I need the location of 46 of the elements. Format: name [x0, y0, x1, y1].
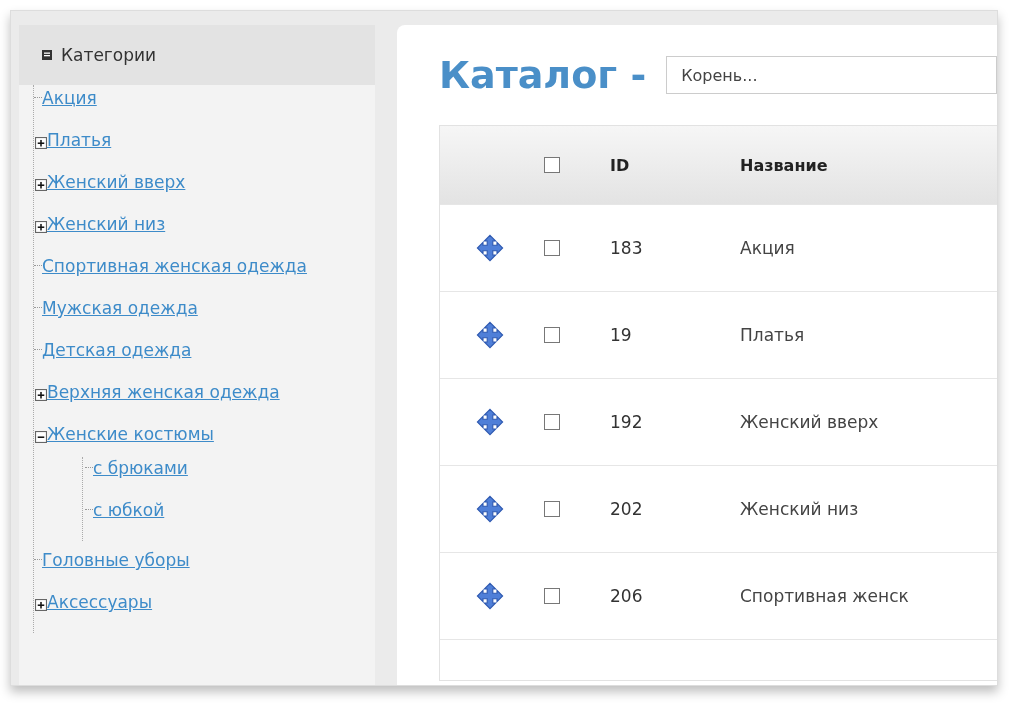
expand-icon[interactable] [35, 389, 47, 401]
collapse-icon[interactable] [35, 431, 47, 443]
category-link[interactable]: Женский вверх [47, 169, 337, 195]
category-link[interactable]: Мужская одежда [42, 295, 332, 321]
checkbox[interactable] [544, 414, 560, 430]
table-cell-text: 202 [610, 499, 644, 519]
category-link[interactable]: с брюками [93, 455, 293, 481]
checkbox[interactable] [544, 588, 560, 604]
category-link[interactable]: Платья [47, 127, 337, 153]
table-cell-text: 183 [610, 238, 644, 258]
move-handle-icon[interactable] [476, 495, 504, 523]
expand-icon[interactable] [35, 221, 47, 233]
checkbox[interactable] [544, 501, 560, 517]
checkbox[interactable] [544, 157, 560, 173]
table-cell-text: Платья [740, 325, 806, 345]
table-cell-text: Акция [740, 238, 796, 258]
table-cell-text: 206 [610, 586, 644, 606]
category-link[interactable]: Акция [42, 85, 332, 111]
category-link[interactable]: Спортивная женская одежда [42, 253, 332, 279]
checkbox[interactable] [544, 327, 560, 343]
catalog-title: Каталог - [439, 53, 647, 97]
expand-icon[interactable] [35, 599, 47, 611]
table-cell-text: Спортивная женск [740, 586, 910, 606]
expand-icon[interactable] [35, 179, 47, 191]
table-cell-text: 19 [610, 325, 633, 345]
column-header: Название [740, 155, 829, 175]
search-field[interactable]: Корень... [666, 56, 997, 94]
move-handle-icon[interactable] [476, 408, 504, 436]
checkbox[interactable] [544, 240, 560, 256]
expand-icon[interactable] [35, 137, 47, 149]
category-link[interactable]: Женские костюмы [47, 421, 337, 447]
category-link[interactable]: с юбкой [93, 497, 293, 523]
category-link[interactable]: Головные уборы [42, 547, 332, 573]
column-header: ID [610, 155, 631, 175]
category-link[interactable]: Верхняя женская одежда [47, 379, 337, 405]
document-icon [41, 49, 53, 61]
category-link[interactable]: Женский низ [47, 211, 337, 237]
sidebar-title: Категории [61, 45, 157, 65]
move-handle-icon[interactable] [476, 582, 504, 610]
category-link[interactable]: Аксессуары [47, 589, 337, 615]
table-cell-text: Женский низ [740, 499, 860, 519]
category-link[interactable]: Детская одежда [42, 337, 332, 363]
move-handle-icon[interactable] [476, 234, 504, 262]
move-handle-icon[interactable] [476, 321, 504, 349]
table-cell-text: 192 [610, 412, 644, 432]
table-cell-text: Женский вверх [740, 412, 880, 432]
